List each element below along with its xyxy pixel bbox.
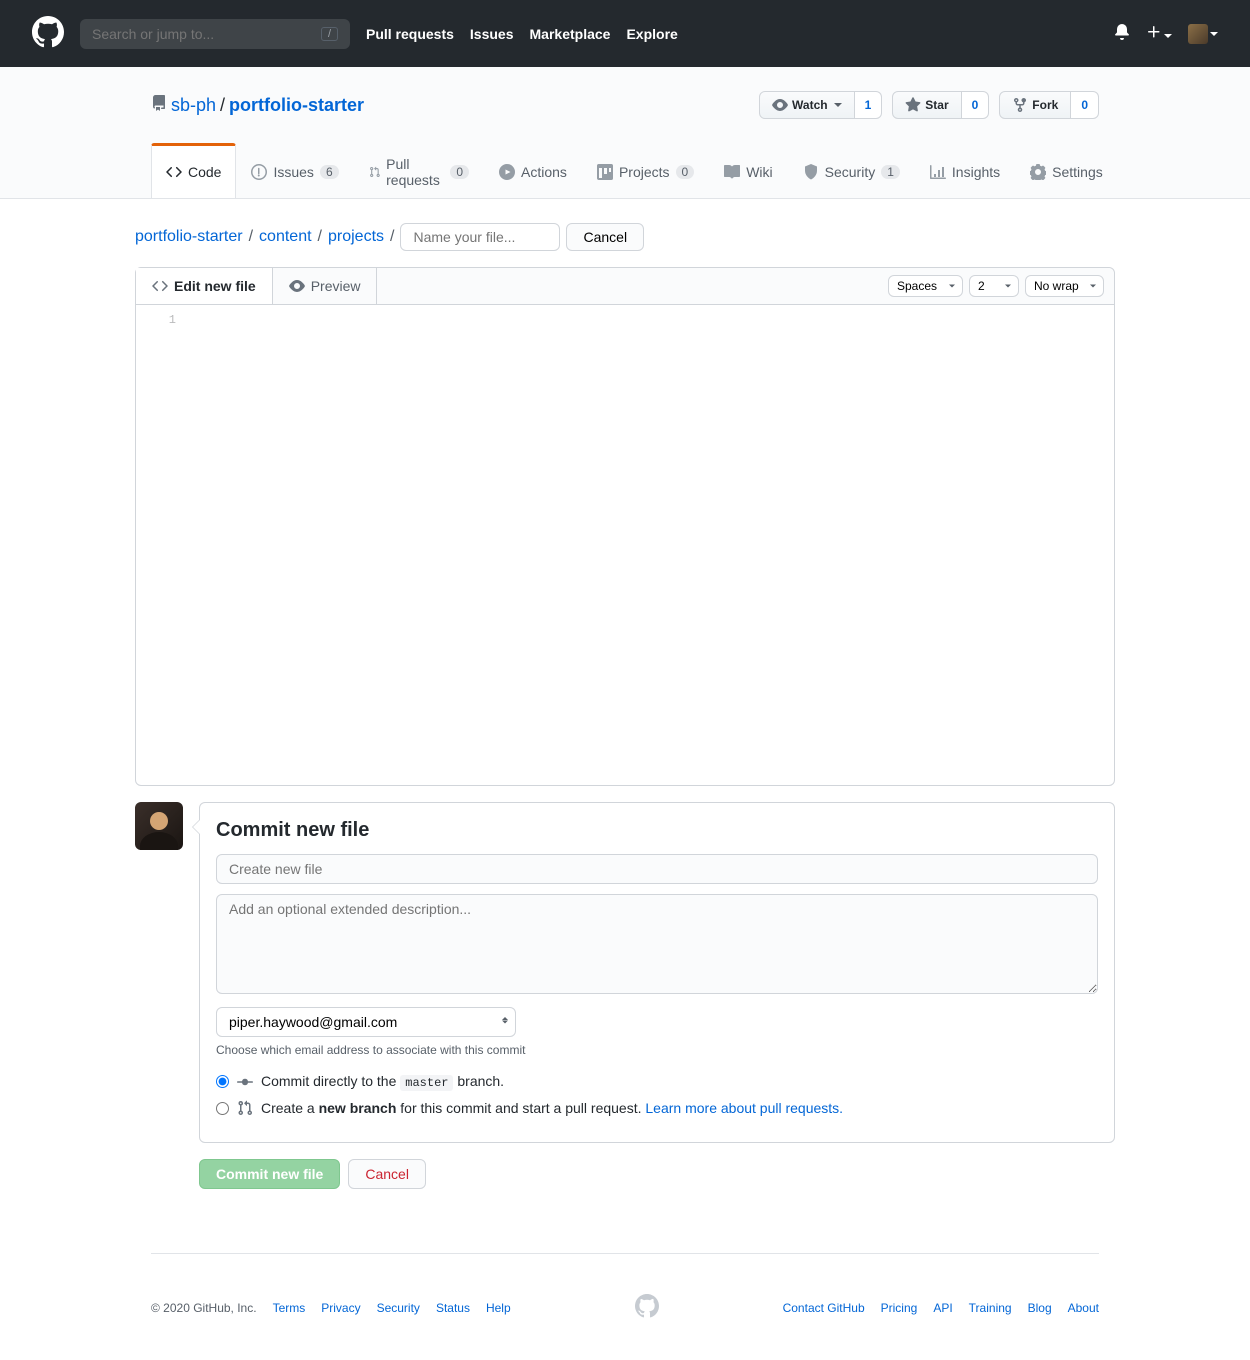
git-commit-icon [237, 1074, 253, 1090]
tab-pull-requests[interactable]: Pull requests0 [354, 143, 484, 198]
avatar [1188, 24, 1208, 44]
commit-cancel-button[interactable]: Cancel [348, 1159, 426, 1189]
breadcrumb: portfolio-starter / content / projects /… [135, 223, 1115, 251]
indent-mode-select[interactable]: Spaces [888, 275, 963, 297]
watch-button[interactable]: Watch [759, 91, 855, 119]
commit-avatar [135, 802, 183, 850]
wrap-mode-select[interactable]: No wrap [1025, 275, 1104, 297]
footer-training[interactable]: Training [969, 1301, 1012, 1315]
commit-form: Commit new file piper.haywood@gmail.com … [199, 802, 1115, 1143]
tab-issues[interactable]: Issues6 [236, 143, 353, 198]
star-count[interactable]: 0 [962, 91, 990, 119]
tab-actions[interactable]: Actions [484, 143, 582, 198]
create-new-icon[interactable] [1146, 24, 1172, 43]
tab-insights[interactable]: Insights [915, 143, 1015, 198]
user-menu[interactable] [1188, 24, 1218, 44]
footer-status[interactable]: Status [436, 1301, 470, 1315]
footer-pricing[interactable]: Pricing [881, 1301, 918, 1315]
learn-more-pr-link[interactable]: Learn more about pull requests. [645, 1100, 843, 1116]
file-editor: Edit new file Preview Spaces 2 No wrap 1 [135, 267, 1115, 786]
breadcrumb-cancel-button[interactable]: Cancel [566, 223, 644, 251]
commit-email-select[interactable]: piper.haywood@gmail.com [216, 1007, 516, 1037]
repo-owner-link[interactable]: sb-ph [171, 95, 216, 116]
nav-marketplace[interactable]: Marketplace [530, 26, 611, 42]
repo-sep: / [220, 95, 225, 116]
footer-about[interactable]: About [1068, 1301, 1099, 1315]
commit-title: Commit new file [216, 819, 1098, 842]
repo-title: sb-ph / portfolio-starter [151, 95, 364, 116]
git-pr-icon [237, 1100, 253, 1116]
repo-pagehead: sb-ph / portfolio-starter Watch 1 Star 0… [0, 67, 1250, 199]
footer-security[interactable]: Security [377, 1301, 420, 1315]
footer-help[interactable]: Help [486, 1301, 511, 1315]
footer: © 2020 GitHub, Inc. Terms Privacy Securi… [151, 1253, 1099, 1360]
nav-issues[interactable]: Issues [470, 26, 514, 42]
footer-terms[interactable]: Terms [273, 1301, 306, 1315]
star-button[interactable]: Star [892, 91, 961, 119]
indent-size-select[interactable]: 2 [969, 275, 1019, 297]
breadcrumb-root[interactable]: portfolio-starter [135, 228, 243, 246]
nav-explore[interactable]: Explore [626, 26, 677, 42]
code-area[interactable]: 1 [136, 305, 1114, 785]
filename-input[interactable] [400, 223, 560, 251]
commit-actions: Commit new file Cancel [199, 1159, 1115, 1189]
commit-email-note: Choose which email address to associate … [216, 1043, 1098, 1057]
commit-summary-input[interactable] [216, 854, 1098, 884]
tab-code[interactable]: Code [151, 143, 236, 198]
search-input[interactable] [92, 26, 321, 42]
line-numbers: 1 [136, 305, 186, 785]
global-header: / Pull requests Issues Marketplace Explo… [0, 0, 1250, 67]
tab-preview[interactable]: Preview [273, 268, 378, 304]
notifications-icon[interactable] [1114, 24, 1130, 43]
footer-contact[interactable]: Contact GitHub [783, 1301, 865, 1315]
commit-branch-radio[interactable]: Create a new branch for this commit and … [216, 1100, 1098, 1116]
footer-api[interactable]: API [933, 1301, 952, 1315]
search-slash-hint: / [321, 27, 338, 41]
nav-pull-requests[interactable]: Pull requests [366, 26, 454, 42]
fork-button[interactable]: Fork [999, 91, 1071, 119]
fork-count[interactable]: 0 [1071, 91, 1099, 119]
github-logo-icon[interactable] [32, 16, 64, 51]
breadcrumb-content[interactable]: content [259, 228, 311, 246]
watch-count[interactable]: 1 [855, 91, 883, 119]
global-search[interactable]: / [80, 19, 350, 49]
commit-submit-button[interactable]: Commit new file [199, 1159, 340, 1189]
repo-actions: Watch 1 Star 0 Fork 0 [759, 91, 1099, 119]
repo-name-link[interactable]: portfolio-starter [229, 95, 364, 115]
repo-icon [151, 95, 167, 116]
breadcrumb-projects[interactable]: projects [328, 228, 384, 246]
tab-wiki[interactable]: Wiki [709, 143, 787, 198]
header-nav: Pull requests Issues Marketplace Explore [366, 26, 678, 42]
tab-edit-file[interactable]: Edit new file [136, 268, 273, 304]
tab-settings[interactable]: Settings [1015, 143, 1118, 198]
tab-projects[interactable]: Projects0 [582, 143, 709, 198]
footer-blog[interactable]: Blog [1028, 1301, 1052, 1315]
repo-nav: Code Issues6 Pull requests0 Actions Proj… [151, 143, 1099, 198]
tab-security[interactable]: Security1 [788, 143, 915, 198]
footer-github-logo-icon[interactable] [635, 1294, 659, 1321]
footer-copyright: © 2020 GitHub, Inc. [151, 1301, 257, 1315]
commit-description-input[interactable] [216, 894, 1098, 994]
footer-privacy[interactable]: Privacy [321, 1301, 360, 1315]
code-text[interactable] [186, 305, 1114, 785]
commit-direct-radio[interactable]: Commit directly to the master branch. [216, 1073, 1098, 1090]
